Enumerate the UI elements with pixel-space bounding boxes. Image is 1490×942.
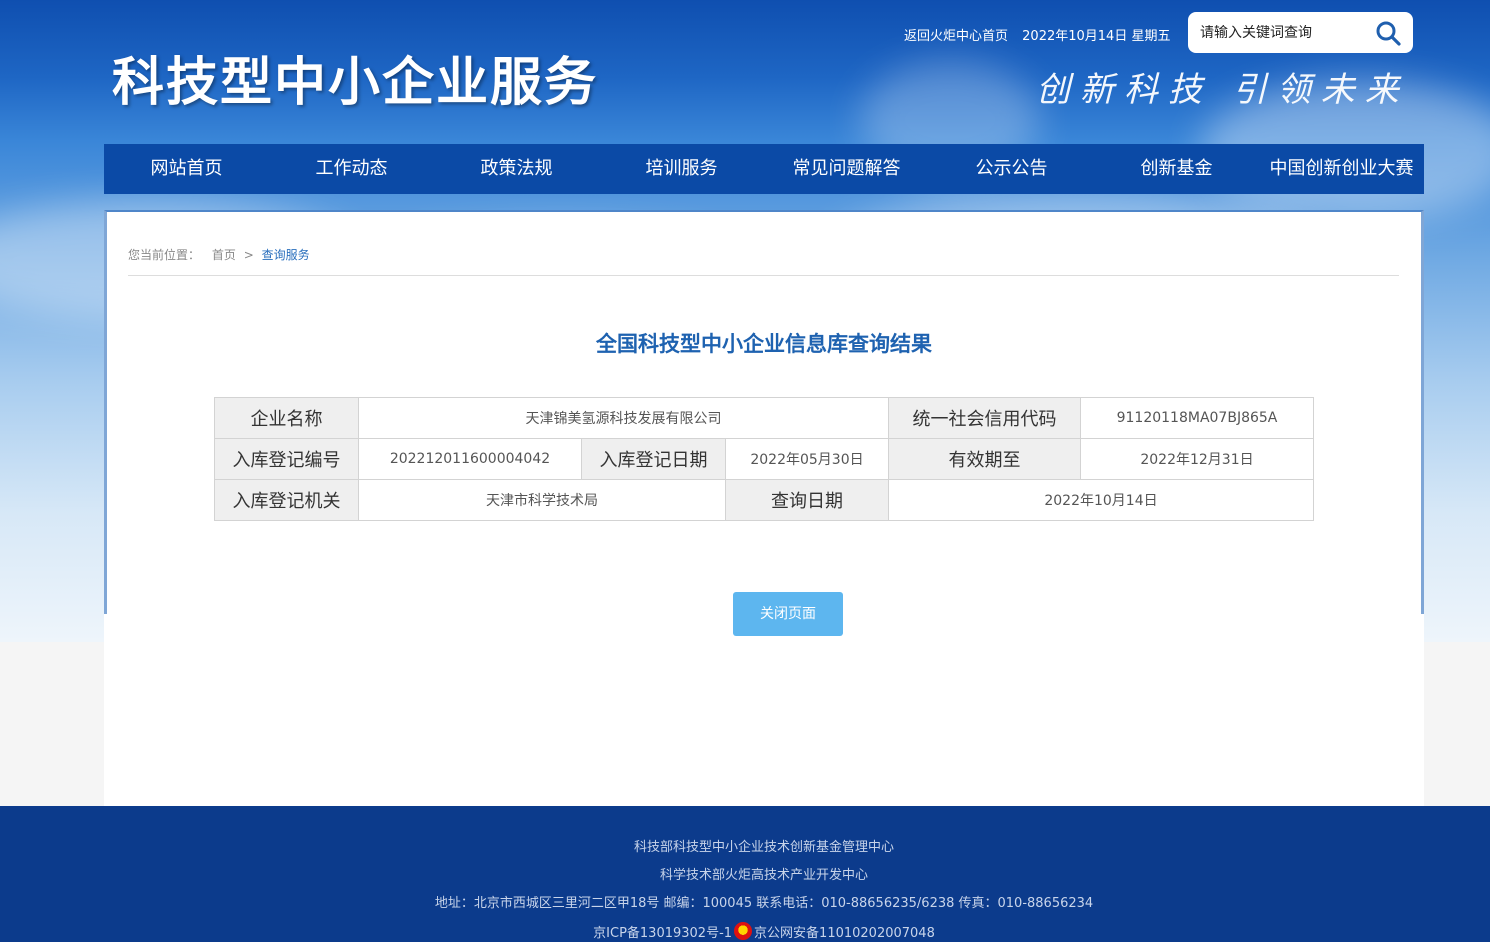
top-links: 返回火炬中心首页 2022年10月14日 星期五 [904, 25, 1180, 44]
breadcrumb-prefix: 您当前位置： [128, 248, 201, 262]
current-date: 2022年10月14日 星期五 [1022, 29, 1171, 44]
nav-item-training[interactable]: 培训服务 [599, 144, 764, 194]
label-valid-until: 有效期至 [888, 438, 1081, 480]
label-company-name: 企业名称 [214, 397, 359, 439]
search-box [1188, 12, 1413, 53]
footer-registration: 京ICP备13019302号-1 京公网安备11010202007048 [0, 922, 1490, 941]
value-reg-no: 202212011600004042 [358, 438, 582, 480]
label-query-date: 查询日期 [725, 479, 889, 521]
nav-item-innovation-fund[interactable]: 创新基金 [1094, 144, 1259, 194]
result-table: 企业名称 天津锦美氢源科技发展有限公司 统一社会信用代码 91120118MA0… [214, 397, 1314, 521]
footer-org-2: 科学技术部火炬高技术产业开发中心 [659, 868, 868, 883]
value-valid-until: 2022年12月31日 [1080, 438, 1314, 480]
nav-item-news[interactable]: 工作动态 [269, 144, 434, 194]
breadcrumb-divider [128, 275, 1399, 276]
breadcrumb-home-link[interactable]: 首页 [212, 248, 236, 262]
value-credit-code: 91120118MA07BJ865A [1080, 397, 1314, 439]
icp-link[interactable]: 京ICP备13019302号-1 [593, 926, 732, 941]
breadcrumb-current[interactable]: 查询服务 [262, 248, 310, 262]
value-reg-date: 2022年05月30日 [725, 438, 889, 480]
nav-item-faq[interactable]: 常见问题解答 [764, 144, 929, 194]
table-row: 企业名称 天津锦美氢源科技发展有限公司 统一社会信用代码 91120118MA0… [214, 397, 1314, 439]
nav-item-announcements[interactable]: 公示公告 [929, 144, 1094, 194]
footer-org-1: 科技部科技型中小企业技术创新基金管理中心 [633, 840, 894, 855]
result-title: 全国科技型中小企业信息库查询结果 [596, 332, 932, 356]
table-row: 入库登记编号 202212011600004042 入库登记日期 2022年05… [214, 438, 1314, 480]
back-home-link[interactable]: 返回火炬中心首页 [904, 29, 1008, 44]
table-row: 入库登记机关 天津市科学技术局 查询日期 2022年10月14日 [214, 479, 1314, 521]
nav-item-policy[interactable]: 政策法规 [434, 144, 599, 194]
breadcrumb: 您当前位置： 首页 > 查询服务 [128, 246, 310, 263]
value-query-date: 2022年10月14日 [888, 479, 1314, 521]
label-reg-authority: 入库登记机关 [214, 479, 359, 521]
value-reg-authority: 天津市科学技术局 [358, 479, 726, 521]
value-company-name: 天津锦美氢源科技发展有限公司 [358, 397, 889, 439]
label-reg-no: 入库登记编号 [214, 438, 359, 480]
label-credit-code: 统一社会信用代码 [888, 397, 1081, 439]
nav-item-competition[interactable]: 中国创新创业大赛 [1259, 144, 1424, 194]
close-page-button[interactable]: 关闭页面 [733, 592, 843, 636]
site-title: 科技型中小企业服务 [112, 52, 599, 113]
main-nav: 网站首页 工作动态 政策法规 培训服务 常见问题解答 公示公告 创新基金 中国创… [104, 144, 1424, 194]
footer-address: 地址：北京市西城区三里河二区甲18号 邮编：100045 联系电话：010-88… [434, 896, 1094, 911]
footer: 科技部科技型中小企业技术创新基金管理中心 科学技术部火炬高技术产业开发中心 地址… [0, 806, 1490, 942]
search-input[interactable] [1200, 24, 1370, 41]
nav-item-home[interactable]: 网站首页 [104, 144, 269, 194]
breadcrumb-separator: > [243, 248, 254, 262]
search-icon[interactable] [1375, 20, 1401, 46]
label-reg-date: 入库登记日期 [581, 438, 726, 480]
slogan: 创新科技 引领未来 [1036, 70, 1409, 110]
police-record-link[interactable]: 京公网安备11010202007048 [754, 926, 935, 941]
police-badge-icon [734, 922, 753, 940]
content-panel-bottom [104, 614, 1424, 806]
